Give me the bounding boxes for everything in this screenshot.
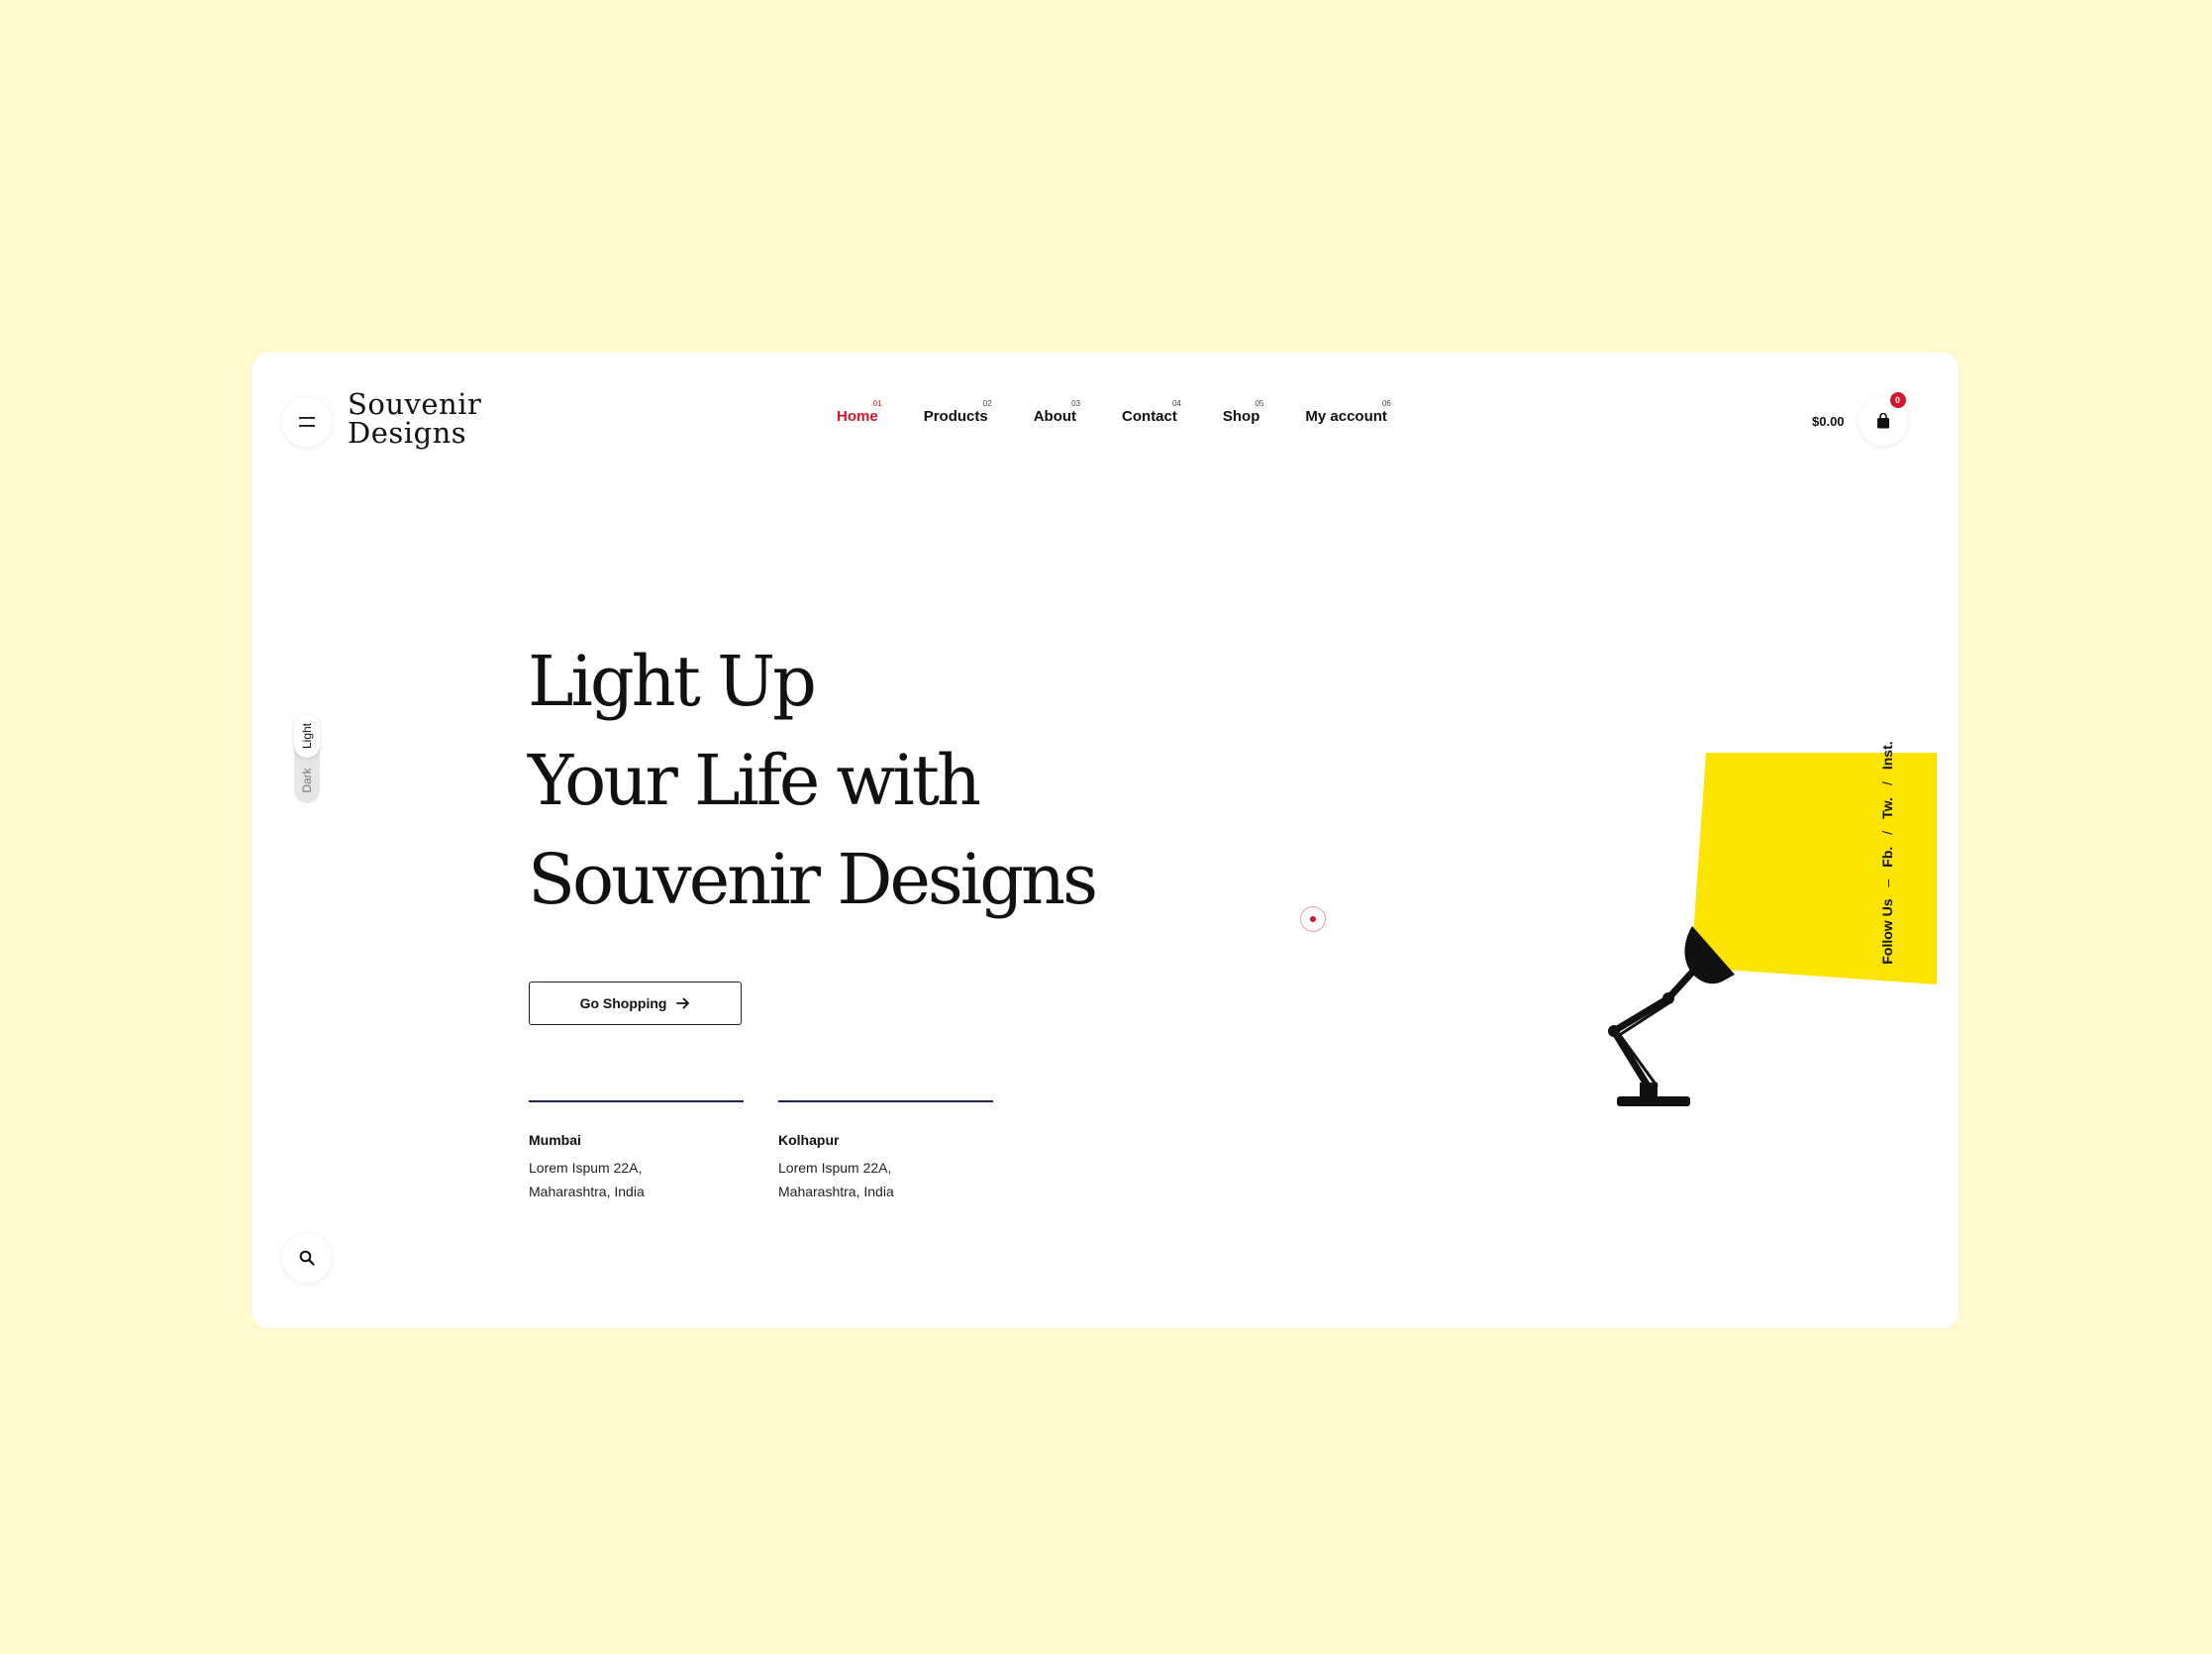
social-link-facebook[interactable]: Fb. (1879, 847, 1895, 868)
menu-icon (299, 417, 315, 427)
brand-logo[interactable]: Souvenir Designs (348, 390, 481, 448)
follow-dash: – (1879, 879, 1895, 887)
location-address-line: Lorem Ispum 22A, (778, 1160, 892, 1176)
location-address-line: Maharashtra, India (778, 1184, 894, 1199)
location-kolhapur: Kolhapur Lorem Ispum 22A, Maharashtra, I… (778, 1100, 993, 1203)
nav-item-products[interactable]: 02 Products (923, 399, 992, 425)
shopping-bag-icon (1876, 413, 1889, 429)
theme-light-label[interactable]: Light (300, 723, 314, 749)
follow-us-label: Follow Us (1879, 898, 1895, 965)
main-nav: 01 Home 02 Products 03 About 04 Contact … (837, 399, 1391, 425)
hotspot-dot (1310, 916, 1316, 922)
hero-line-1: Light Up (528, 641, 817, 722)
nav-number: 01 (872, 399, 882, 408)
location-city: Kolhapur (778, 1132, 840, 1148)
social-link-instagram[interactable]: Inst. (1879, 741, 1895, 770)
nav-number: 02 (982, 399, 992, 408)
desk-lamp-icon (1608, 753, 1937, 1106)
nav-label: About (1033, 408, 1077, 425)
logo-line-1: Souvenir (348, 387, 482, 421)
hotspot-marker[interactable] (1300, 906, 1326, 932)
nav-item-contact[interactable]: 04 Contact (1122, 399, 1181, 425)
nav-number: 03 (1071, 399, 1081, 408)
cart-widget[interactable]: $0.00 0 (1812, 392, 1908, 446)
hero-line-2: Your Life with (528, 740, 981, 821)
nav-label: Shop (1222, 408, 1260, 425)
nav-item-home[interactable]: 01 Home (837, 399, 882, 425)
cart-total: $0.00 (1812, 413, 1845, 429)
theme-toggle[interactable]: Light Dark (294, 714, 320, 803)
location-mumbai: Mumbai Lorem Ispum 22A, Maharashtra, Ind… (529, 1100, 744, 1203)
social-separator: / (1879, 781, 1895, 786)
nav-number: 05 (1255, 399, 1264, 408)
main-card: Souvenir Designs 01 Home 02 Products 03 … (252, 353, 1959, 1328)
theme-dark-label[interactable]: Dark (300, 768, 314, 792)
nav-label: My account (1305, 408, 1387, 425)
nav-number: 06 (1381, 399, 1391, 408)
hero-heading: Light Up Your Life with Souvenir Designs (528, 632, 1098, 929)
lamp-light-beam (1693, 753, 1937, 984)
go-shopping-button[interactable]: Go Shopping (529, 982, 742, 1025)
location-address-line: Maharashtra, India (529, 1184, 645, 1199)
nav-item-shop[interactable]: 05 Shop (1222, 399, 1264, 425)
search-button[interactable] (282, 1233, 332, 1283)
social-separator: / (1879, 830, 1895, 835)
nav-label: Home (837, 408, 878, 425)
social-links: Follow Us – Fb. / Tw. / Inst. (1879, 741, 1895, 964)
nav-item-my-account[interactable]: 06 My account (1305, 399, 1391, 425)
go-shopping-label: Go Shopping (579, 995, 667, 1011)
location-address-line: Lorem Ispum 22A, (529, 1160, 643, 1176)
nav-number: 04 (1171, 399, 1181, 408)
search-icon (299, 1250, 315, 1266)
menu-button[interactable] (282, 397, 332, 447)
nav-label: Contact (1122, 408, 1177, 425)
location-city: Mumbai (529, 1132, 581, 1148)
nav-item-about[interactable]: 03 About (1033, 399, 1080, 425)
cart-button[interactable]: 0 (1859, 392, 1908, 446)
cart-count-badge: 0 (1889, 392, 1906, 408)
hero-line-3: Souvenir Designs (528, 839, 1098, 920)
social-link-twitter[interactable]: Tw. (1879, 797, 1895, 819)
logo-line-2: Designs (348, 416, 467, 450)
arrow-right-icon (676, 997, 690, 1009)
nav-label: Products (923, 408, 988, 425)
